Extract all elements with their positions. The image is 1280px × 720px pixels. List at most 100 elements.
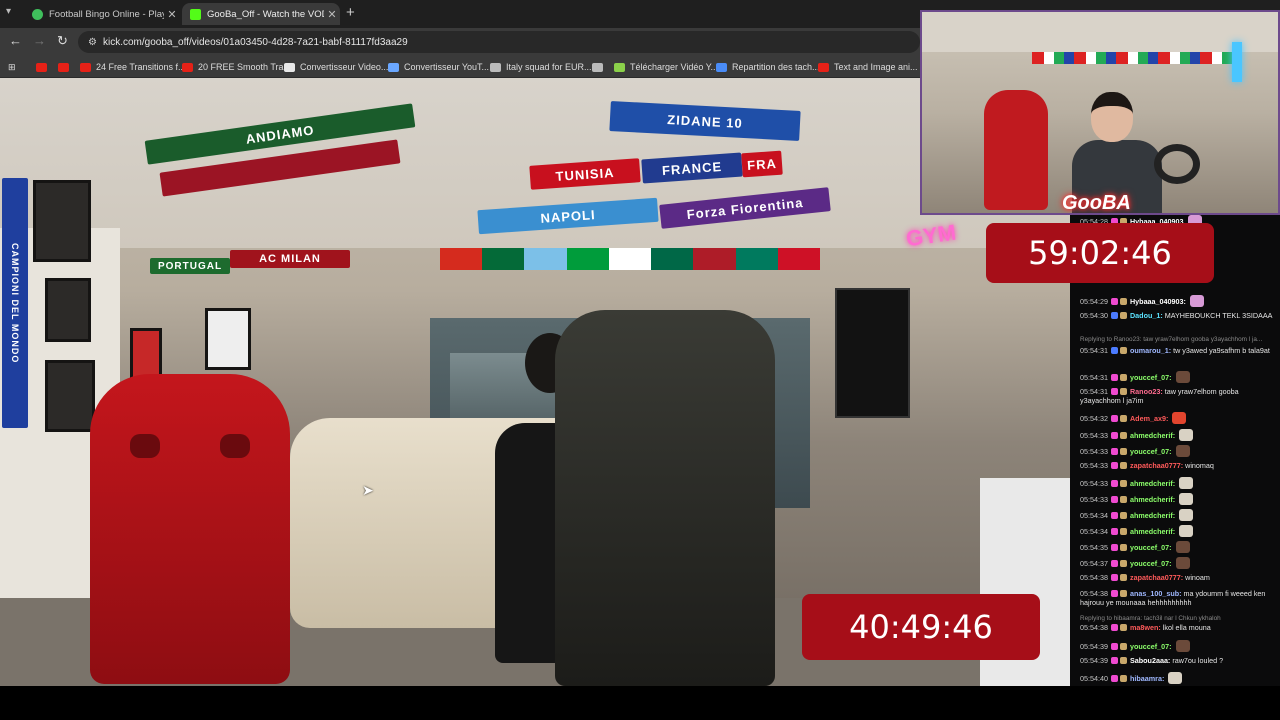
chat-username[interactable]: zapatchaa0777: <box>1130 461 1183 470</box>
chat-message[interactable]: 05:54:34 ahmedcherif: <box>1080 525 1278 537</box>
gooba-logo: GooBA <box>1062 192 1131 214</box>
chat-message[interactable]: 05:54:35 youccef_07: <box>1080 541 1278 553</box>
chat-timestamp: 05:54:34 <box>1080 527 1108 536</box>
chat-username[interactable]: oumarou_1: <box>1130 346 1171 355</box>
chat-message[interactable]: 05:54:39 Sabou2aaa: raw7ou louled ? <box>1080 656 1278 665</box>
chat-badge-icon <box>1110 512 1118 519</box>
chat-badge-icon <box>1110 374 1118 381</box>
bookmark-item[interactable]: Repartition des tach... <box>716 59 820 75</box>
chat-message[interactable]: 05:54:32 Adem_ax9: <box>1080 412 1278 424</box>
chat-badge-icon <box>1119 643 1127 650</box>
new-tab-button[interactable]: + <box>346 4 355 21</box>
chat-username[interactable]: youccef_07: <box>1130 543 1172 552</box>
bookmark-icon <box>58 62 69 72</box>
wall-monitor <box>835 288 910 418</box>
chat-username[interactable]: ma8wen: <box>1130 623 1161 632</box>
chat-message[interactable]: 05:54:39 youccef_07: <box>1080 640 1278 652</box>
video-player[interactable]: ANDIAMO ZIDANE 10 TUNISIA FRANCE FRA NAP… <box>0 78 1070 686</box>
bookmark-icon <box>818 62 829 72</box>
forward-arrow-icon[interactable]: → <box>33 33 46 48</box>
chat-emote-icon <box>1179 493 1194 505</box>
chat-badge-icon <box>1119 374 1127 381</box>
chat-username[interactable]: youccef_07: <box>1130 447 1172 456</box>
chat-message[interactable]: 05:54:40 hibaamra: <box>1080 672 1278 684</box>
chat-username[interactable]: Sabou2aaa: <box>1130 656 1170 665</box>
bookmark-item[interactable]: 20 FREE Smooth Tra... <box>182 59 291 75</box>
chat-username[interactable]: youccef_07: <box>1130 559 1172 568</box>
bookmark-icon <box>284 62 295 72</box>
chat-username[interactable]: zapatchaa0777: <box>1130 573 1183 582</box>
tab-search-chevron-icon[interactable]: ▾ <box>6 6 11 17</box>
chat-message[interactable]: 05:54:38 ma8wen: lkol ella mouna <box>1080 623 1278 632</box>
chat-message[interactable]: 05:54:33 ahmedcherif: <box>1080 429 1278 441</box>
bookmark-item[interactable]: Télécharger Vidéo Y... <box>614 59 718 75</box>
chat-username[interactable]: youccef_07: <box>1130 642 1172 651</box>
chat-emote-icon <box>1179 429 1194 441</box>
chat-message[interactable]: 05:54:38 anas_100_sub: ma ydoumm fi weee… <box>1080 589 1278 607</box>
chat-message[interactable]: 05:54:33 ahmedcherif: <box>1080 477 1278 489</box>
chat-message[interactable]: 05:54:31 Ranoo23: taw yraw7elhom gooba y… <box>1080 387 1278 405</box>
chat-message[interactable]: 05:54:38 zapatchaa0777: winoam <box>1080 573 1278 582</box>
bookmark-item[interactable] <box>36 59 52 75</box>
chat-message-text: raw7ou louled ? <box>1172 656 1224 665</box>
chat-message[interactable]: 05:54:37 youccef_07: <box>1080 557 1278 569</box>
chat-badge-icon <box>1110 544 1118 551</box>
chat-username[interactable]: Adem_ax9: <box>1130 414 1168 423</box>
chat-message[interactable]: 05:54:31 oumarou_1: tw y3awed ya9safhm b… <box>1080 346 1278 355</box>
tab-gooba-vod[interactable]: GooBa_Off - Watch the VOD on ✕ <box>182 3 340 25</box>
chat-emote-icon <box>1179 509 1194 521</box>
chat-message[interactable]: 05:54:30 Dadou_1: MAYHEBOUKCH TEKL 3SIDA… <box>1080 311 1278 320</box>
kick-favicon-icon <box>190 8 201 20</box>
bookmark-item[interactable]: Convertisseur YouT... <box>388 59 489 75</box>
chat-badge-icon <box>1119 512 1127 519</box>
chat-badge-icon <box>1110 388 1118 395</box>
chat-badge-icon <box>1119 624 1127 631</box>
chat-message[interactable]: 05:54:34 ahmedcherif: <box>1080 509 1278 521</box>
chat-message[interactable]: 05:54:33 ahmedcherif: <box>1080 493 1278 505</box>
chat-message[interactable]: 05:54:31 youccef_07: <box>1080 371 1278 383</box>
chat-message[interactable]: 05:54:33 zapatchaa0777: winomaq <box>1080 461 1278 470</box>
bookmark-item[interactable] <box>58 59 74 75</box>
apps-grid-icon[interactable]: ⊞ <box>8 59 16 75</box>
close-tab-icon[interactable]: ✕ <box>164 8 180 21</box>
chat-username[interactable]: hibaamra: <box>1130 674 1164 683</box>
chat-username[interactable]: Ranoo23: <box>1130 387 1163 396</box>
chat-timestamp: 05:54:38 <box>1080 623 1108 632</box>
back-arrow-icon[interactable]: ← <box>9 33 22 48</box>
close-tab-icon[interactable]: ✕ <box>324 8 340 21</box>
chat-username[interactable]: Hybaaa_040903: <box>1130 297 1186 306</box>
chat-username[interactable]: ahmedcherif: <box>1130 511 1175 520</box>
chat-message[interactable]: 05:54:33 youccef_07: <box>1080 445 1278 457</box>
tab-football-bingo[interactable]: Football Bingo Online - Play No ✕ <box>24 3 180 25</box>
chat-username[interactable]: Dadou_1: <box>1130 311 1163 320</box>
bookmark-item[interactable]: Italy squad for EUR... <box>490 59 592 75</box>
address-bar[interactable]: ⚙ kick.com/gooba_off/videos/01a03450-4d2… <box>78 31 920 53</box>
bookmark-label: 20 FREE Smooth Tra... <box>198 62 292 72</box>
chat-emote-icon <box>1168 672 1183 684</box>
wall-frame <box>45 360 95 432</box>
webcam-red-chair <box>984 90 1048 210</box>
chat-emote-icon <box>1179 477 1194 489</box>
chat-username[interactable]: ahmedcherif: <box>1130 527 1175 536</box>
chat-username[interactable]: ahmedcherif: <box>1130 495 1175 504</box>
bookmark-item[interactable]: Text and Image ani... <box>818 59 918 75</box>
reload-icon[interactable]: ↻ <box>57 33 68 49</box>
bookmark-item[interactable]: 24 Free Transitions f... <box>80 59 186 75</box>
chat-panel[interactable]: 05:54:28 Hybaaa_040903 05:54:29 Hybaaa_0… <box>1070 215 1280 686</box>
chat-username[interactable]: ahmedcherif: <box>1130 431 1175 440</box>
site-settings-icon[interactable]: ⚙ <box>88 37 97 48</box>
chat-badge-icon <box>1110 560 1118 567</box>
chat-message-text: lkol ella mouna <box>1162 623 1211 632</box>
chat-badge-icon <box>1119 528 1127 535</box>
chat-username[interactable]: youccef_07: <box>1130 373 1172 382</box>
bookmark-item[interactable] <box>592 59 608 75</box>
url-text[interactable]: kick.com/gooba_off/videos/01a03450-4d28-… <box>103 37 408 48</box>
webcam-flags <box>1032 52 1232 64</box>
chat-message[interactable]: 05:54:29 Hybaaa_040903: <box>1080 295 1278 307</box>
bookmark-item[interactable]: Convertisseur Video... <box>284 59 388 75</box>
chat-username[interactable]: ahmedcherif: <box>1130 479 1175 488</box>
bookmark-icon <box>490 62 501 72</box>
chat-username[interactable]: anas_100_sub: <box>1130 589 1182 598</box>
chat-badge-icon <box>1110 675 1118 682</box>
chat-emote-icon <box>1175 640 1190 652</box>
